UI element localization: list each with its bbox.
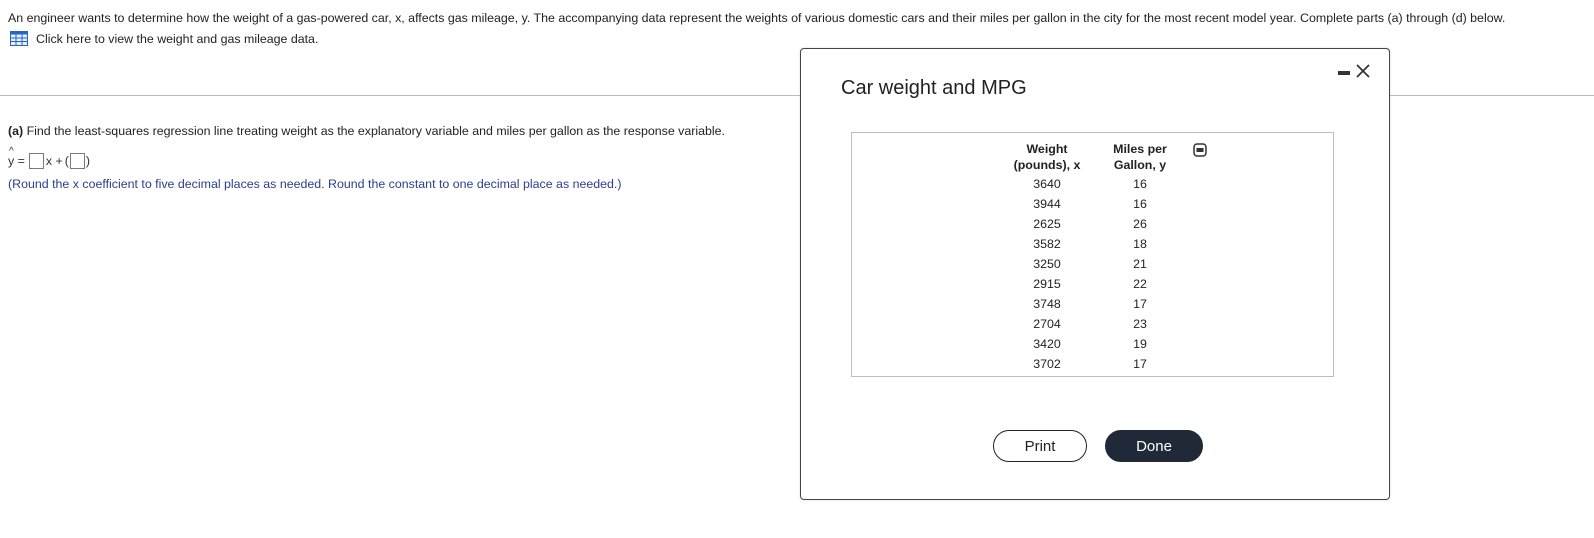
print-button[interactable]: Print bbox=[993, 430, 1087, 462]
weight-cell: 2625 bbox=[1033, 217, 1061, 231]
part-a-text: Find the least-squares regression line t… bbox=[23, 124, 726, 138]
problem-statement: An engineer wants to determine how the w… bbox=[8, 11, 1506, 25]
eq-open-paren: ( bbox=[64, 154, 69, 168]
part-a-label: (a) bbox=[8, 124, 24, 138]
mpg-cell: 16 bbox=[1133, 197, 1147, 211]
weight-cell: 2704 bbox=[1033, 317, 1061, 331]
mpg-cell: 22 bbox=[1133, 277, 1147, 291]
mpg-cell: 21 bbox=[1133, 257, 1147, 271]
weight-cell: 3582 bbox=[1033, 237, 1061, 251]
mpg-cell: 19 bbox=[1133, 337, 1147, 351]
intercept-answer-box[interactable] bbox=[69, 153, 85, 169]
close-icon[interactable] bbox=[1355, 63, 1371, 79]
mpg-cell: 26 bbox=[1133, 217, 1147, 231]
mpg-column-header: Miles per Gallon, y bbox=[1113, 142, 1167, 172]
data-dialog: Car weight and MPG Weight (pounds), x Mi… bbox=[800, 48, 1390, 500]
mpg-cell: 18 bbox=[1133, 237, 1147, 251]
weight-cell: 2915 bbox=[1033, 277, 1061, 291]
weight-cell: 3640 bbox=[1033, 177, 1061, 191]
rounding-note: (Round the x coefficient to five decimal… bbox=[8, 177, 622, 191]
weight-column-header: Weight (pounds), x bbox=[1013, 142, 1081, 172]
regression-equation: ^ y = x + ( ) bbox=[8, 146, 91, 169]
part-a-question: (a) Find the least-squares regression li… bbox=[8, 124, 725, 138]
minimize-icon[interactable] bbox=[1338, 71, 1350, 75]
y-hat-symbol: ^ y = bbox=[8, 146, 25, 168]
weight-cell: 3420 bbox=[1033, 337, 1061, 351]
mpg-cell: 17 bbox=[1133, 297, 1147, 311]
copy-icon[interactable] bbox=[1193, 143, 1207, 157]
eq-close-paren: ) bbox=[85, 154, 91, 168]
done-button[interactable]: Done bbox=[1105, 430, 1203, 462]
slope-answer-box[interactable] bbox=[28, 153, 44, 169]
data-table: Weight (pounds), x Miles per Gallon, y 3… bbox=[851, 132, 1334, 377]
weight-cell: 3748 bbox=[1033, 297, 1061, 311]
weight-cell: 3944 bbox=[1033, 197, 1061, 211]
weight-cell: 3250 bbox=[1033, 257, 1061, 271]
mpg-cell: 16 bbox=[1133, 177, 1147, 191]
view-data-link[interactable]: Click here to view the weight and gas mi… bbox=[10, 31, 318, 46]
table-grid-icon bbox=[10, 31, 28, 46]
view-data-link-text[interactable]: Click here to view the weight and gas mi… bbox=[36, 32, 318, 46]
eq-x-term: x + bbox=[45, 154, 63, 168]
mpg-cell: 17 bbox=[1133, 357, 1147, 371]
mpg-cell: 23 bbox=[1133, 317, 1147, 331]
weight-cell: 3702 bbox=[1033, 357, 1061, 371]
dialog-title: Car weight and MPG bbox=[841, 77, 1027, 99]
